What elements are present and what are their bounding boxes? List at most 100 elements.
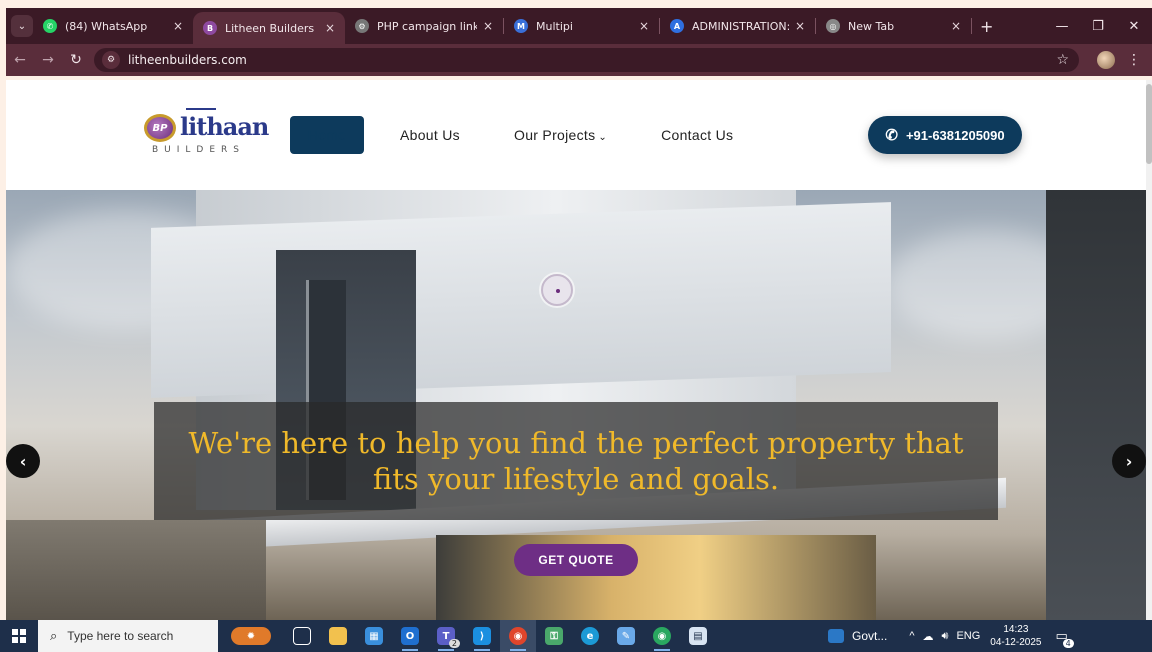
notification-count: 4 — [1062, 638, 1074, 648]
site-info-icon[interactable]: ⚙ — [102, 51, 120, 69]
phone-call-button[interactable]: ✆ +91-6381205090 — [868, 116, 1022, 154]
nav-contact-us[interactable]: Contact Us — [661, 127, 733, 143]
store-glyph: ▦ — [365, 627, 383, 645]
nav-our-projects[interactable]: Our Projects ⌄ — [514, 127, 607, 143]
store-icon[interactable]: ▦ — [356, 620, 392, 652]
start-button[interactable] — [0, 620, 38, 652]
forward-arrow-icon[interactable]: → — [34, 52, 62, 68]
file-explorer-icon[interactable] — [320, 620, 356, 652]
cloud-icon[interactable]: ☁ — [923, 630, 934, 643]
nav-about-us[interactable]: About Us — [400, 127, 460, 143]
address-bar[interactable]: ⚙ litheenbuilders.com ☆ — [94, 48, 1079, 72]
close-icon[interactable]: × — [483, 19, 493, 33]
calendar-app-icon[interactable]: ▤ — [680, 620, 716, 652]
news-icon — [828, 629, 844, 643]
calendar-icon: ▤ — [689, 627, 707, 645]
tab-search-button[interactable]: ⌄ — [11, 15, 33, 37]
hero-building-glass — [436, 535, 876, 620]
task-view-icon[interactable] — [284, 620, 320, 652]
language-indicator[interactable]: ENG — [956, 630, 980, 642]
close-window-button[interactable]: ✕ — [1116, 19, 1152, 34]
lock-app-icon[interactable]: ⚿ — [536, 620, 572, 652]
tab-multipi[interactable]: M Multipi × — [504, 11, 659, 41]
browser-toolbar: ← → ↻ ⚙ litheenbuilders.com ☆ ⋮ — [6, 44, 1152, 76]
menu-kebab-icon[interactable]: ⋮ — [1127, 52, 1141, 68]
logo-wordmark: lithaan — [180, 112, 269, 141]
task-view-glyph — [293, 627, 311, 645]
hero-building-upper — [151, 202, 891, 398]
new-tab-button[interactable]: + — [980, 17, 993, 36]
tab-whatsapp[interactable]: ✆ (84) WhatsApp × — [33, 11, 193, 41]
edge-icon[interactable]: e — [572, 620, 608, 652]
tab-administration[interactable]: A ADMINISTRATION: C × — [660, 11, 815, 41]
edge-glyph: e — [581, 627, 599, 645]
speaker-icon[interactable]: 🔊︎ — [942, 630, 949, 643]
close-icon[interactable]: × — [173, 19, 183, 33]
window-controls: — ❐ ✕ — [1044, 19, 1152, 34]
tab-litheen-builders[interactable]: B Litheen Builders × — [193, 12, 345, 44]
lock-icon: ⚿ — [545, 627, 563, 645]
slider-next-arrow-icon[interactable]: › — [1112, 444, 1146, 478]
nav-our-projects-label: Our Projects — [514, 127, 596, 143]
system-tray: ^ ☁ 🔊︎ ENG — [909, 630, 988, 643]
back-arrow-icon[interactable]: ← — [6, 52, 34, 68]
hero-building-right — [1046, 190, 1146, 620]
bookmark-star-icon[interactable]: ☆ — [1056, 52, 1069, 68]
get-quote-button[interactable]: GET QUOTE — [514, 544, 638, 576]
scrollbar-thumb[interactable] — [1146, 84, 1152, 164]
nav-home[interactable]: Home — [290, 116, 364, 154]
windows-taskbar: ⌕ Type here to search ✹ ▦ O T2 ⟩ ◉ ⚿ e ✎… — [0, 620, 1152, 652]
profile-avatar[interactable] — [1097, 51, 1115, 69]
restore-button[interactable]: ❐ — [1080, 19, 1116, 34]
screen: ⌄ ✆ (84) WhatsApp × B Litheen Builders ×… — [0, 0, 1152, 652]
close-icon[interactable]: × — [325, 21, 335, 35]
chevron-down-icon: ⌄ — [598, 132, 608, 143]
tab-php-campaign[interactable]: ⚙ PHP campaign link st × — [345, 11, 503, 41]
minimize-button[interactable]: — — [1044, 19, 1080, 34]
search-icon: ⌕ — [50, 628, 58, 644]
tab-new-tab[interactable]: ◎ New Tab × — [816, 11, 971, 41]
tab-separator — [971, 18, 972, 34]
browser-tab-strip: ⌄ ✆ (84) WhatsApp × B Litheen Builders ×… — [6, 8, 1152, 44]
vscode-glyph: ⟩ — [473, 627, 491, 645]
close-icon[interactable]: × — [951, 19, 961, 33]
multipi-icon: M — [514, 19, 528, 33]
vscode-icon[interactable]: ⟩ — [464, 620, 500, 652]
taskbar-search-box[interactable]: ⌕ Type here to search — [38, 620, 218, 652]
taskbar-search-placeholder: Type here to search — [67, 629, 174, 643]
chrome-profile-icon[interactable]: ◉ — [644, 620, 680, 652]
main-nav: Home About Us Our Projects ⌄ Contact Us — [290, 116, 787, 154]
slider-prev-arrow-icon[interactable]: ‹ — [6, 444, 40, 478]
web-page: BP lithaan BUILDERS Home About Us Our Pr… — [6, 80, 1146, 620]
tab-title: PHP campaign link st — [377, 19, 477, 33]
admin-icon: A — [670, 19, 684, 33]
taskbar-news-item[interactable]: Govt... — [828, 629, 887, 643]
hero-slider: We're here to help you find the perfect … — [6, 190, 1146, 620]
notes-app-icon[interactable]: ✎ — [608, 620, 644, 652]
litheen-logo-icon: B — [203, 21, 217, 35]
gear-icon: ⚙ — [355, 19, 369, 33]
whatsapp-icon: ✆ — [43, 19, 57, 33]
tab-title: New Tab — [848, 19, 895, 33]
festival-widget-icon: ✹ — [231, 627, 271, 645]
url-text[interactable]: litheenbuilders.com — [128, 53, 247, 67]
site-logo[interactable]: BP lithaan BUILDERS — [142, 108, 269, 158]
phone-icon: ✆ — [885, 127, 898, 144]
teams-icon[interactable]: T2 — [428, 620, 464, 652]
notification-center-icon[interactable]: ▭ 4 — [1055, 629, 1074, 648]
slider-indicator[interactable] — [541, 274, 573, 306]
chrome-taskbar-icon[interactable]: ◉ — [500, 620, 536, 652]
page-scrollbar[interactable] — [1146, 80, 1152, 620]
taskbar-clock[interactable]: 14:23 04-12-2025 — [990, 623, 1041, 649]
tab-title: ADMINISTRATION: C — [692, 19, 789, 33]
chevron-up-icon[interactable]: ^ — [909, 630, 914, 642]
site-header: BP lithaan BUILDERS Home About Us Our Pr… — [6, 80, 1146, 190]
close-icon[interactable]: × — [639, 19, 649, 33]
clock-date: 04-12-2025 — [990, 637, 1042, 648]
taskbar-widget-icon[interactable]: ✹ — [218, 620, 284, 652]
hero-caption: We're here to help you find the perfect … — [188, 426, 964, 496]
reload-icon[interactable]: ↻ — [62, 52, 90, 68]
outlook-icon[interactable]: O — [392, 620, 428, 652]
chrome-profile-glyph: ◉ — [653, 627, 671, 645]
close-icon[interactable]: × — [795, 19, 805, 33]
